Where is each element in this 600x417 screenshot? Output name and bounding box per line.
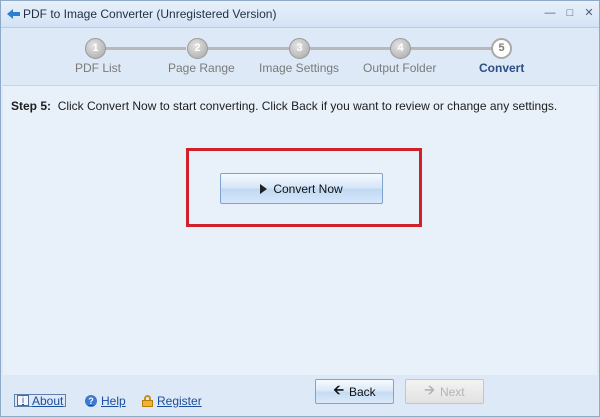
step-4-label: Output Folder bbox=[363, 61, 437, 75]
next-label: Next bbox=[439, 384, 465, 399]
maximize-icon[interactable]: □ bbox=[562, 6, 578, 20]
step-connector bbox=[310, 47, 391, 50]
step-prefix: Step 5: bbox=[11, 99, 52, 113]
step-5-circle: 5 bbox=[491, 38, 512, 59]
lock-icon bbox=[142, 395, 153, 407]
step-connector bbox=[411, 47, 492, 50]
help-icon: ? bbox=[85, 395, 97, 407]
register-link[interactable]: Register bbox=[142, 394, 202, 408]
step-1-label: PDF List bbox=[75, 61, 122, 75]
play-icon bbox=[260, 183, 268, 194]
arrow-left-icon: 🡨 bbox=[333, 381, 344, 397]
about-link[interactable]: i About bbox=[14, 393, 67, 408]
register-label: Register bbox=[157, 394, 202, 408]
arrow-right-icon: 🡪 bbox=[424, 381, 435, 397]
app-icon bbox=[7, 9, 20, 19]
step-instruction: Step 5: Click Convert Now to start conve… bbox=[11, 99, 557, 113]
step-2-circle: 2 bbox=[187, 38, 208, 59]
title-bar: PDF to Image Converter (Unregistered Ver… bbox=[1, 1, 599, 28]
about-box: i About bbox=[14, 393, 67, 408]
minimize-icon[interactable]: — bbox=[542, 6, 558, 20]
back-label: Back bbox=[348, 384, 376, 399]
help-label: Help bbox=[101, 394, 126, 408]
about-label: About bbox=[32, 393, 64, 408]
step-connector bbox=[105, 47, 186, 50]
convert-now-label: Convert Now bbox=[273, 181, 343, 196]
app-window: PDF to Image Converter (Unregistered Ver… bbox=[0, 0, 600, 417]
step-2-label: Page Range bbox=[168, 61, 235, 75]
wizard-steps: 1 2 3 4 5 PDF List Page Range Image Sett… bbox=[1, 29, 599, 81]
window-title: PDF to Image Converter (Unregistered Ver… bbox=[23, 7, 277, 21]
step-3-label: Image Settings bbox=[259, 61, 340, 75]
help-link[interactable]: ? Help bbox=[85, 394, 126, 408]
close-icon[interactable]: ✕ bbox=[581, 6, 597, 20]
convert-now-button[interactable]: Convert Now bbox=[220, 173, 383, 204]
step-connector bbox=[208, 47, 289, 50]
back-button[interactable]: 🡨 Back bbox=[315, 379, 394, 404]
info-icon: i bbox=[17, 395, 29, 406]
footer-bar: i About ? Help Register 🡨 Back 🡪 Next bbox=[1, 375, 599, 417]
step-1-circle: 1 bbox=[85, 38, 106, 59]
step-3-circle: 3 bbox=[289, 38, 310, 59]
step-5-label: Convert bbox=[479, 61, 525, 75]
instruction-text: Click Convert Now to start converting. C… bbox=[57, 99, 558, 113]
next-button[interactable]: 🡪 Next bbox=[405, 379, 484, 404]
step-4-circle: 4 bbox=[390, 38, 411, 59]
main-panel: Step 5: Click Convert Now to start conve… bbox=[3, 85, 597, 375]
